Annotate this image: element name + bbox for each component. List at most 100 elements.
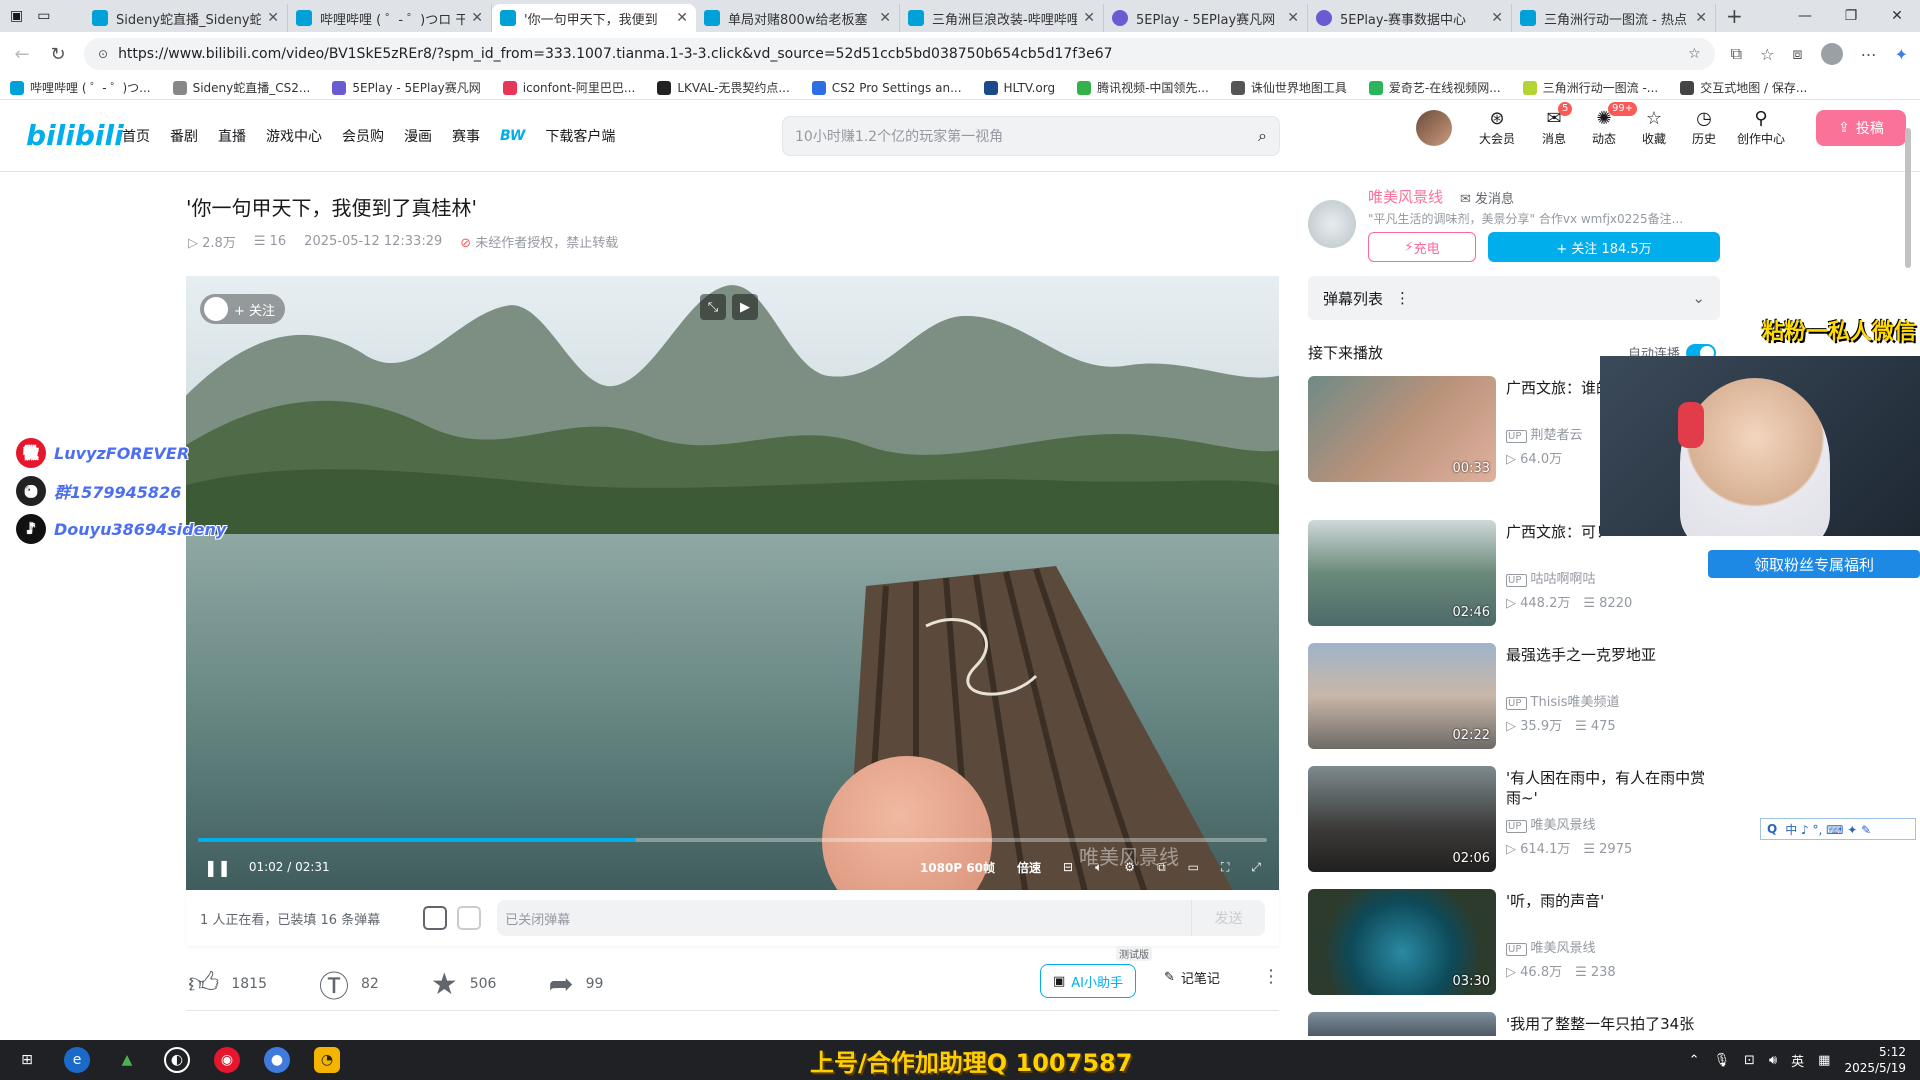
nav-item[interactable]: 漫画 bbox=[404, 126, 432, 146]
header-item[interactable]: ✺ 动态 99+ bbox=[1586, 102, 1638, 147]
site-info-icon[interactable]: ⊙ bbox=[98, 47, 108, 61]
share-button[interactable]: ➦ 99 bbox=[548, 967, 603, 1002]
close-tab-icon[interactable]: ✕ bbox=[1083, 10, 1095, 26]
browser-tab[interactable]: 单局对赌800w给老板塞 ✕ bbox=[696, 4, 900, 32]
nav-item[interactable]: 首页 bbox=[122, 126, 150, 146]
recommendation-title[interactable]: '有人困在雨中，有人在雨中赏雨~' bbox=[1506, 768, 1720, 808]
microphone-icon[interactable]: 🎙︎ bbox=[1714, 1053, 1731, 1068]
close-tab-icon[interactable]: ✕ bbox=[1695, 10, 1707, 26]
nav-item[interactable]: 直播 bbox=[218, 126, 246, 146]
close-tab-icon[interactable]: ✕ bbox=[471, 10, 483, 26]
recommendation-title[interactable]: '听，雨的声音' bbox=[1506, 891, 1720, 911]
bookmark-item[interactable]: 哔哩哔哩 ( ゜- ゜)つ... bbox=[10, 79, 151, 96]
speaker-icon[interactable]: 🔊︎ bbox=[1769, 1053, 1777, 1068]
start-icon[interactable]: ⊞ bbox=[14, 1047, 40, 1073]
url-field[interactable]: ⊙ https://www.bilibili.com/video/BV1SkE5… bbox=[84, 38, 1715, 70]
charge-button[interactable]: ⚡︎ 充电 bbox=[1368, 232, 1476, 262]
fan-benefit-button[interactable]: 领取粉丝专属福利 bbox=[1708, 550, 1920, 578]
pause-icon[interactable]: ❚❚ bbox=[204, 858, 231, 877]
picture-in-picture-icon[interactable]: ⧉ bbox=[1157, 860, 1166, 875]
progress-bar[interactable] bbox=[198, 838, 1267, 842]
danmaku-toggle-icon[interactable] bbox=[423, 906, 448, 930]
app-steam-icon[interactable]: ◐ bbox=[164, 1047, 190, 1073]
nav-item[interactable]: 赛事 bbox=[452, 126, 480, 146]
refresh-icon[interactable]: ↻ bbox=[48, 44, 68, 65]
app-blue-icon[interactable]: ● bbox=[264, 1047, 290, 1073]
ime-toolbar[interactable]: Q 中 ♪ °, ⌨ ✦ ✎ bbox=[1760, 818, 1916, 840]
favorites-icon[interactable]: ☆ bbox=[1760, 45, 1774, 64]
close-tab-icon[interactable]: ✕ bbox=[1287, 10, 1299, 26]
close-tab-icon[interactable]: ✕ bbox=[267, 10, 279, 26]
more-actions-icon[interactable]: ⋮ bbox=[1262, 966, 1280, 987]
header-item[interactable]: ✉ 消息 5 bbox=[1536, 102, 1573, 147]
copilot-icon[interactable]: ✦ bbox=[1895, 45, 1908, 64]
browser-tab[interactable]: 5EPlay-赛事数据中心 ✕ bbox=[1308, 4, 1512, 32]
browser-tab[interactable]: 5EPlay - 5EPlay赛凡网 ✕ bbox=[1104, 4, 1308, 32]
recommendation-uploader[interactable]: Thisis唯美频道 bbox=[1506, 691, 1620, 710]
collections-icon[interactable]: ⧈ bbox=[1792, 44, 1802, 64]
bookmark-item[interactable]: 爱奇艺-在线视频网... bbox=[1368, 79, 1501, 96]
minimize-icon[interactable]: — bbox=[1782, 8, 1828, 24]
recommendation-item[interactable]: 02:06 '有人困在雨中，有人在雨中赏雨~' 唯美风景线 ▷ 614.1万 ☰ 29… bbox=[1308, 766, 1720, 872]
recommendation-thumbnail[interactable] bbox=[1308, 1012, 1496, 1036]
note-button[interactable]: ✎ 记笔记 bbox=[1164, 968, 1220, 987]
uploader-avatar[interactable] bbox=[1308, 200, 1356, 248]
input-language[interactable]: 英 bbox=[1791, 1051, 1804, 1070]
nav-item[interactable]: BW bbox=[500, 128, 525, 144]
coin-button[interactable]: Ⓣ 82 bbox=[319, 962, 379, 1006]
widescreen-icon[interactable]: ▭ bbox=[1188, 860, 1199, 874]
uploader-name[interactable]: 唯美风景线 bbox=[1368, 186, 1443, 207]
close-window-icon[interactable]: ✕ bbox=[1874, 8, 1920, 24]
follow-button[interactable]: + 关注 184.5万 bbox=[1488, 232, 1720, 262]
close-tab-icon[interactable]: ✕ bbox=[676, 10, 688, 26]
recommendation-thumbnail[interactable]: 02:46 bbox=[1308, 520, 1496, 626]
recommendation-uploader[interactable]: 唯美风景线 bbox=[1506, 814, 1596, 833]
fullscreen-icon[interactable]: ⤢ bbox=[1251, 860, 1261, 875]
workspaces-icon[interactable]: ▣ bbox=[10, 8, 23, 24]
bookmark-star-icon[interactable]: ☆ bbox=[1688, 46, 1701, 62]
new-tab-button[interactable]: + bbox=[1726, 4, 1743, 28]
subtitle-icon[interactable]: ⊟ bbox=[1063, 860, 1073, 874]
bookmark-item[interactable]: 5EPlay - 5EPlay赛凡网 bbox=[332, 79, 481, 96]
browser-tab[interactable]: 哔哩哔哩 ( ゜- ゜)つロ 干杯 ✕ bbox=[288, 4, 492, 32]
system-clock[interactable]: 5:12 2025/5/19 bbox=[1844, 1044, 1906, 1076]
danmaku-list-more-icon[interactable]: ⋮ bbox=[1395, 289, 1410, 307]
edge-taskbar-icon[interactable]: e bbox=[64, 1047, 90, 1073]
recommendation-thumbnail[interactable]: 00:33 bbox=[1308, 376, 1496, 482]
volume-icon[interactable]: 🔈︎ bbox=[1095, 860, 1102, 875]
header-item[interactable]: ☆ 收藏 bbox=[1636, 108, 1672, 147]
send-message-link[interactable]: ✉ 发消息 bbox=[1460, 188, 1514, 207]
quality-selector[interactable]: 1080P 60帧 bbox=[920, 859, 995, 876]
recommendation-item[interactable]: '我用了整整一年只拍了34张 bbox=[1308, 1012, 1720, 1036]
browser-tab[interactable]: '你一句甲天下，我便到 ✕ bbox=[492, 4, 696, 32]
recommendation-title[interactable]: 最强选手之一克罗地亚 bbox=[1506, 645, 1720, 665]
recommendation-item[interactable]: 03:30 '听，雨的声音' 唯美风景线 ▷ 46.8万 ☰ 238 bbox=[1308, 889, 1720, 995]
browser-tab[interactable]: 三角洲行动一图流 - 热点 ✕ bbox=[1512, 4, 1716, 32]
search-input[interactable]: 10小时赚1.2个亿的玩家第一视角 bbox=[795, 126, 1003, 146]
bookmark-item[interactable]: 腾讯视频-中国领先... bbox=[1077, 79, 1209, 96]
bookmark-item[interactable]: HLTV.org bbox=[983, 80, 1055, 95]
bookmark-item[interactable]: 三角洲行动一图流 -... bbox=[1522, 79, 1658, 96]
like-button[interactable]: 👍︎ 1815 bbox=[188, 966, 267, 1002]
restore-icon[interactable]: ❐ bbox=[1828, 8, 1874, 24]
page-scrollbar[interactable] bbox=[1902, 110, 1914, 1036]
bookmark-item[interactable]: iconfont-阿里巴巴... bbox=[502, 79, 635, 96]
header-item[interactable]: ⊛ 大会员 bbox=[1472, 108, 1522, 147]
danmaku-input[interactable]: 已关闭弹幕 bbox=[497, 900, 1192, 936]
close-tab-icon[interactable]: ✕ bbox=[1491, 10, 1503, 26]
scrollbar-thumb[interactable] bbox=[1905, 128, 1911, 268]
ai-assistant-button[interactable]: ▣ AI小助手 bbox=[1040, 964, 1136, 998]
recommendation-uploader[interactable]: 唯美风景线 bbox=[1506, 937, 1596, 956]
header-item[interactable]: ⚲ 创作中心 bbox=[1736, 108, 1786, 147]
nav-item[interactable]: 会员购 bbox=[342, 126, 384, 146]
browser-tab[interactable]: Sideny蛇直播_Sideny蛇直播 ✕ bbox=[84, 4, 288, 32]
upload-button[interactable]: ⇪ 投稿 bbox=[1816, 109, 1906, 146]
bookmark-item[interactable]: 诛仙世界地图工具 bbox=[1230, 79, 1347, 96]
app-owl-icon[interactable]: ◔ bbox=[314, 1047, 340, 1073]
extensions-icon[interactable]: ⧉ bbox=[1731, 44, 1742, 64]
recommendation-uploader[interactable]: 荆楚者云 bbox=[1506, 424, 1583, 443]
recommendation-title[interactable]: '我用了整整一年只拍了34张 bbox=[1506, 1014, 1720, 1034]
nav-item[interactable]: 下载客户端 bbox=[545, 126, 615, 146]
recommendation-item[interactable]: 02:22 最强选手之一克罗地亚 Thisis唯美频道 ▷ 35.9万 ☰ 475 bbox=[1308, 643, 1720, 749]
keyboard-grid-icon[interactable]: ▦ bbox=[1818, 1053, 1830, 1068]
